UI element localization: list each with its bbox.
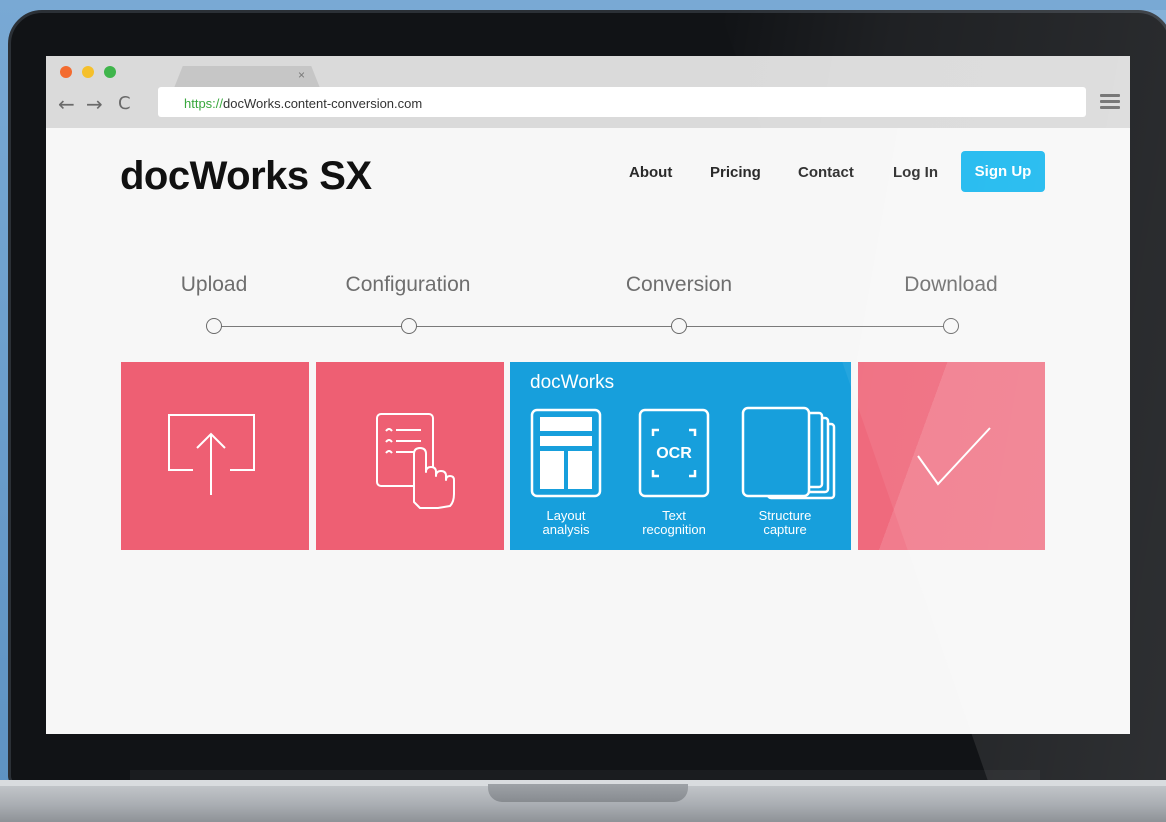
structure-capture-line2: capture <box>763 522 807 537</box>
close-window-button[interactable] <box>60 66 72 78</box>
step-dot-download <box>943 318 959 334</box>
stacked-pages-icon <box>741 406 836 500</box>
upload-card[interactable] <box>121 362 309 550</box>
browser-toolbar: × ← → C https://docWorks.content-convers… <box>46 56 1130 128</box>
text-recognition-line2: recognition <box>642 522 706 537</box>
sign-up-button[interactable]: Sign Up <box>961 151 1045 192</box>
layout-analysis-label: Layout analysis <box>543 509 590 537</box>
nav-login-link[interactable]: Log In <box>893 164 938 181</box>
laptop-hinge <box>130 770 1040 780</box>
step-label-conversion: Conversion <box>625 273 733 296</box>
step-label-download: Download <box>904 273 998 296</box>
layout-analysis-line2: analysis <box>542 522 590 537</box>
tab-close-icon[interactable]: × <box>298 68 305 82</box>
reload-icon[interactable]: C <box>118 93 131 114</box>
laptop-notch <box>488 784 688 802</box>
minimize-window-button[interactable] <box>82 66 94 78</box>
step-label-configuration: Configuration <box>345 273 471 296</box>
layout-analysis-line1: Layout <box>546 508 586 523</box>
structure-capture-line1: Structure <box>758 508 812 523</box>
url-host: docWorks.content-conversion.com <box>223 96 423 111</box>
conversion-card[interactable]: docWorks OCR Layout analysis Text recogn… <box>510 362 851 550</box>
laptop-screen: × ← → C https://docWorks.content-convers… <box>46 56 1130 734</box>
back-arrow-icon[interactable]: ← <box>58 92 75 116</box>
step-label-upload: Upload <box>180 273 248 296</box>
maximize-window-button[interactable] <box>104 66 116 78</box>
nav-about-link[interactable]: About <box>629 164 672 181</box>
site-logo[interactable]: docWorks SX <box>120 154 372 199</box>
upload-icon <box>168 414 255 495</box>
forward-arrow-icon[interactable]: → <box>86 92 103 116</box>
checklist-hand-icon <box>376 413 455 509</box>
layout-icon <box>530 408 602 498</box>
url-scheme: https:// <box>184 96 224 111</box>
step-dot-conversion <box>671 318 687 334</box>
hamburger-menu-icon[interactable] <box>1100 94 1120 110</box>
ocr-label: OCR <box>656 445 692 462</box>
progress-timeline <box>214 326 950 327</box>
nav-contact-link[interactable]: Contact <box>798 164 854 181</box>
step-dot-upload <box>206 318 222 334</box>
text-recognition-line1: Text <box>662 508 686 523</box>
checkmark-icon <box>917 427 991 486</box>
text-recognition-label: Text recognition <box>642 509 706 537</box>
nav-pricing-link[interactable]: Pricing <box>710 164 761 181</box>
step-dot-configuration <box>401 318 417 334</box>
url-text: https://docWorks.content-conversion.com <box>184 96 422 111</box>
structure-capture-label: Structure capture <box>759 509 812 537</box>
configuration-card[interactable] <box>316 362 504 550</box>
download-card[interactable] <box>858 362 1045 550</box>
address-bar[interactable]: https://docWorks.content-conversion.com <box>158 87 1086 117</box>
